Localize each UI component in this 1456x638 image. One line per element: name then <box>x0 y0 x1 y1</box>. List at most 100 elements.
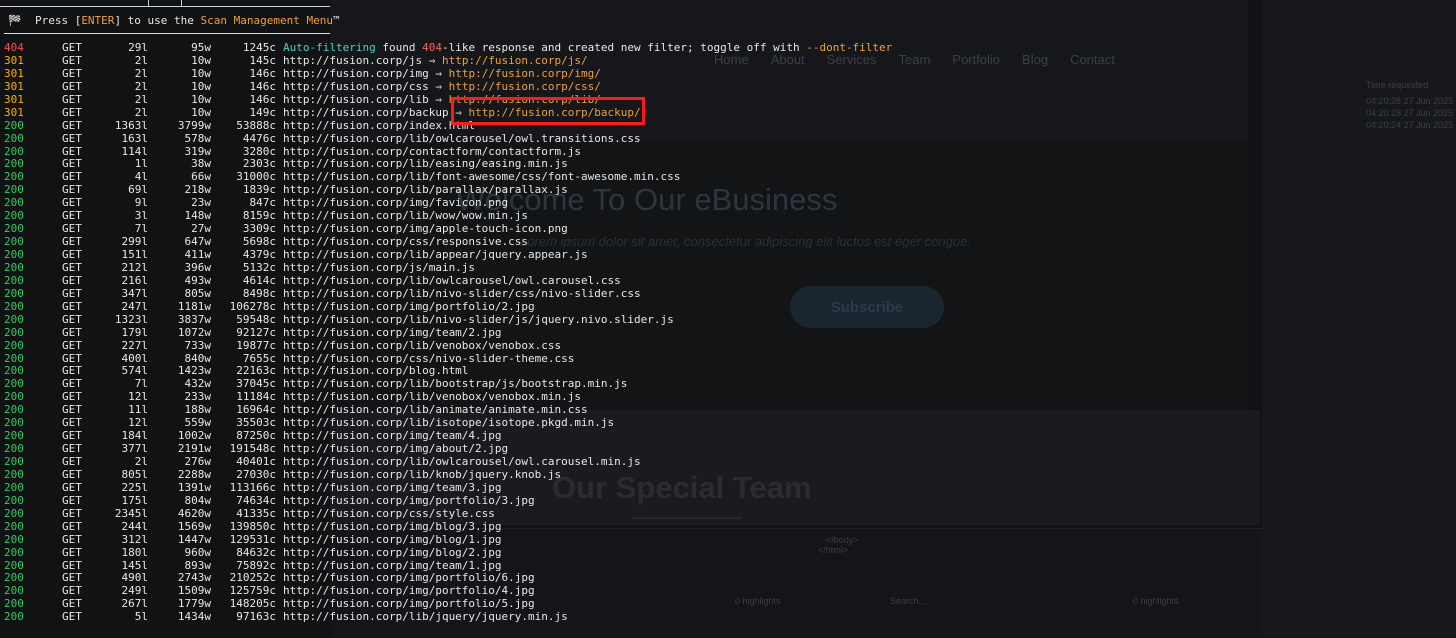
url-text[interactable]: http://fusion.corp/css/style.css <box>283 507 495 520</box>
dont-filter-flag: --dont-filter <box>806 41 893 54</box>
url-text[interactable]: http://fusion.corp/lib <box>283 93 429 106</box>
url-text[interactable]: http://fusion.corp/lib/isotope/isotope.p… <box>283 416 614 429</box>
url-text[interactable]: http://fusion.corp/lib/owlcarousel/owl.c… <box>283 455 641 468</box>
url-text[interactable]: http://fusion.corp/img/blog/2.jpg <box>283 546 502 559</box>
url-text[interactable]: http://fusion.corp/lib/venobox/venobox.c… <box>283 339 561 352</box>
url-text[interactable]: http://fusion.corp/lib/wow/wow.min.js <box>283 209 528 222</box>
word-count: 1447w <box>177 532 211 546</box>
http-method: GET <box>62 105 82 119</box>
url-text[interactable]: http://fusion.corp/img/team/1.jpg <box>283 559 502 572</box>
http-method: GET <box>62 545 82 559</box>
word-count: 1181w <box>177 299 211 313</box>
char-count: 92127c <box>236 325 276 339</box>
url-text[interactable]: http://fusion.corp/lib/owlcarousel/owl.t… <box>283 132 641 145</box>
char-count: 27030c <box>236 467 276 481</box>
url-text[interactable]: http://fusion.corp/img/team/3.jpg <box>283 481 502 494</box>
redirect-url[interactable]: http://fusion.corp/js/ <box>442 54 588 67</box>
url-text[interactable]: http://fusion.corp/lib/nivo-slider/js/jq… <box>283 313 674 326</box>
redirect-url[interactable]: http://fusion.corp/css/ <box>449 80 601 93</box>
tab-divider <box>0 6 330 7</box>
url-text[interactable]: http://fusion.corp/lib/parallax/parallax… <box>283 183 568 196</box>
char-count: 149c <box>249 105 277 119</box>
url-text[interactable]: http://fusion.corp/img/team/4.jpg <box>283 429 502 442</box>
char-count: 139850c <box>229 519 276 533</box>
url-text[interactable]: http://fusion.corp/lib/animate/animate.m… <box>283 403 588 416</box>
line-count: 1323l <box>114 312 148 326</box>
char-count: 113166c <box>229 480 276 494</box>
url-text[interactable]: http://fusion.corp/img/team/2.jpg <box>283 326 502 339</box>
url-text[interactable]: http://fusion.corp/img/portfolio/4.jpg <box>283 584 535 597</box>
word-count: 1391w <box>177 480 211 494</box>
url-text[interactable]: http://fusion.corp/js/main.js <box>283 261 475 274</box>
url-text[interactable]: http://fusion.corp/img/about/2.jpg <box>283 442 508 455</box>
char-count: 145c <box>249 53 277 67</box>
status-code: 200 <box>4 493 24 507</box>
word-count: 3799w <box>177 118 211 132</box>
tab-separator <box>181 0 182 7</box>
status-code: 200 <box>4 299 24 313</box>
url-text[interactable]: http://fusion.corp/blog.html <box>283 364 468 377</box>
char-count: 129531c <box>229 532 276 546</box>
word-count: 1434w <box>177 610 211 624</box>
url-text[interactable]: http://fusion.corp/lib/owlcarousel/owl.c… <box>283 274 621 287</box>
press-middle: ] to use the <box>114 14 201 27</box>
word-count: 578w <box>184 131 212 145</box>
http-method: GET <box>62 92 82 106</box>
prompt-separator <box>4 33 330 34</box>
url-text[interactable]: http://fusion.corp/css/responsive.css <box>283 235 528 248</box>
char-count: 146c <box>249 66 277 80</box>
line-count: 2345l <box>114 506 148 520</box>
url-text[interactable]: http://fusion.corp/lib/venobox/venobox.m… <box>283 390 581 403</box>
url-text[interactable]: http://fusion.corp/lib/bootstrap/js/boot… <box>283 377 627 390</box>
word-count: 1569w <box>177 519 211 533</box>
line-count: 312l <box>121 532 149 546</box>
url-text[interactable]: http://fusion.corp/lib/font-awesome/css/… <box>283 170 680 183</box>
url-text[interactable]: http://fusion.corp/img/portfolio/6.jpg <box>283 571 535 584</box>
url-text[interactable]: http://fusion.corp/contactform/contactfo… <box>283 145 581 158</box>
url-text[interactable]: http://fusion.corp/img/blog/1.jpg <box>283 533 502 546</box>
url-text[interactable]: http://fusion.corp/lib/easing/easing.min… <box>283 157 568 170</box>
url-text[interactable]: http://fusion.corp/img/blog/3.jpg <box>283 520 502 533</box>
url-text[interactable]: http://fusion.corp/css/nivo-slider-theme… <box>283 352 574 365</box>
url-text[interactable]: http://fusion.corp/index.html <box>283 119 475 132</box>
url-text[interactable]: http://fusion.corp/lib/knob/jquery.knob.… <box>283 468 561 481</box>
redirect-arrow-icon: ⇒ <box>428 66 449 80</box>
line-count: 163l <box>121 131 149 145</box>
url-text[interactable]: http://fusion.corp/lib/appear/jquery.app… <box>283 248 588 261</box>
line-count: 347l <box>121 286 149 300</box>
url-text[interactable]: http://fusion.corp/img <box>283 67 429 80</box>
url-text[interactable]: http://fusion.corp/img/portfolio/5.jpg <box>283 597 535 610</box>
backup-highlight-box <box>451 97 645 125</box>
url-text[interactable]: http://fusion.corp/css <box>283 80 429 93</box>
word-count: 411w <box>184 248 212 261</box>
url-text[interactable]: http://fusion.corp/backup <box>283 106 449 119</box>
tab-separator <box>148 0 149 7</box>
line-count: 2l <box>134 105 148 119</box>
status-code: 404 <box>4 41 24 54</box>
url-text[interactable]: http://fusion.corp/js <box>283 54 422 67</box>
url-text[interactable]: http://fusion.corp/img/portfolio/3.jpg <box>283 494 535 507</box>
http-method: GET <box>62 610 82 624</box>
scan-menu-label: Scan Management Menu <box>200 14 333 27</box>
url-text[interactable]: http://fusion.corp/img/portfolio/2.jpg <box>283 300 535 313</box>
status-code: 200 <box>4 325 24 339</box>
char-count: 8498c <box>242 286 276 300</box>
status-code: 200 <box>4 545 24 559</box>
http-method: GET <box>62 338 82 352</box>
url-text[interactable]: http://fusion.corp/lib/nivo-slider/css/n… <box>283 287 641 300</box>
redirect-arrow-icon: ⇒ <box>428 92 449 106</box>
url-text[interactable]: http://fusion.corp/img/favicon.png <box>283 196 508 209</box>
result-url: http://fusion.corp/lib/jquery/jquery.min… <box>283 610 568 624</box>
line-count: 2l <box>134 79 148 93</box>
char-count: 146c <box>249 92 277 106</box>
redirect-url[interactable]: http://fusion.corp/img/ <box>449 67 601 80</box>
line-count: 216l <box>121 273 149 287</box>
url-text[interactable]: http://fusion.corp/img/apple-touch-icon.… <box>283 222 568 235</box>
char-count: 74634c <box>236 493 276 507</box>
terminal-window[interactable]: 🏁 Press [ENTER] to use the Scan Manageme… <box>0 0 1456 637</box>
http-method: GET <box>62 480 82 494</box>
status-code: 301 <box>4 66 24 80</box>
char-count: 5132c <box>242 260 276 274</box>
http-method: GET <box>62 312 82 326</box>
url-text[interactable]: http://fusion.corp/lib/jquery/jquery.min… <box>283 610 568 623</box>
